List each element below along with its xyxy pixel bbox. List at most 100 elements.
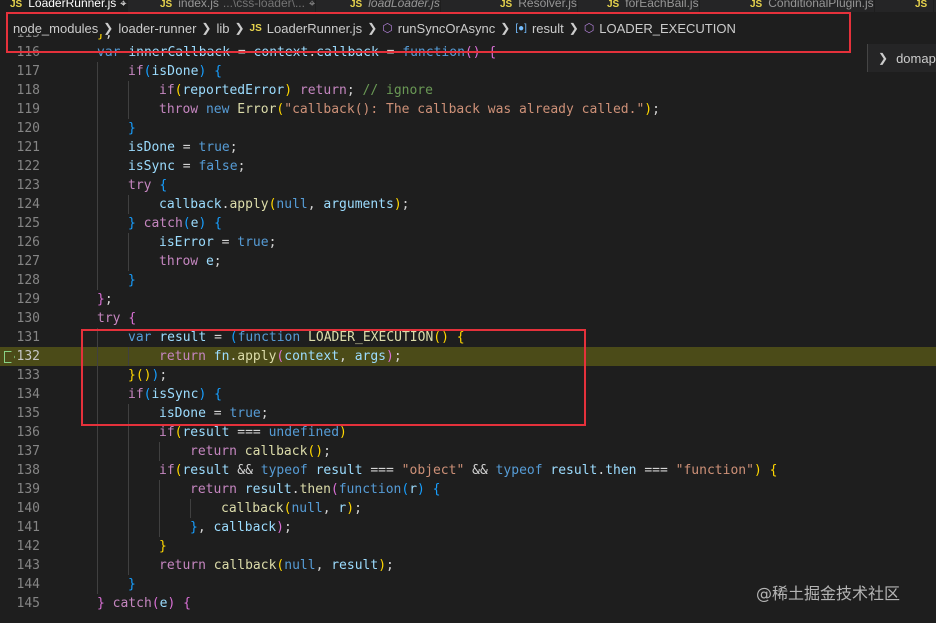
indent-guide: [128, 423, 129, 442]
tab-5[interactable]: JS forEachBail.js: [597, 0, 700, 12]
code-line[interactable]: 121 isDone = true;: [0, 138, 936, 157]
code-line[interactable]: 117 if(isDone) {: [0, 62, 936, 81]
tab-label: forEachBail.js: [625, 0, 699, 10]
line-number: 123: [16, 178, 40, 193]
code-line[interactable]: 126 isError = true;: [0, 233, 936, 252]
tab-label: ConditionalPlugin.js: [768, 0, 874, 10]
line-number: 134: [16, 387, 40, 402]
code-line[interactable]: 136 if(result === undefined): [0, 423, 936, 442]
code-line[interactable]: 125} catch(e) {: [0, 214, 936, 233]
line-number: 116: [16, 45, 40, 60]
tab-6[interactable]: JS ConditionalPlugin.js: [740, 0, 875, 12]
code-text: if(isDone) {: [128, 64, 222, 79]
indent-guide: [97, 252, 98, 271]
indent-guide: [128, 499, 129, 518]
indent-guide: [97, 537, 98, 556]
indent-guide: [128, 252, 129, 271]
line-number: 127: [16, 254, 40, 269]
code-text: }: [159, 539, 167, 554]
code-line[interactable]: 116 var innerCallback = context.callback …: [0, 43, 936, 62]
code-line[interactable]: 123 try {: [0, 176, 936, 195]
code-line[interactable]: 137 return callback();: [0, 442, 936, 461]
indent-guide: [97, 100, 98, 119]
line-number: 122: [16, 159, 40, 174]
code-text: var innerCallback = context.callback = f…: [97, 45, 497, 60]
code-text: } catch(e) {: [97, 596, 191, 611]
code-text: }: [128, 273, 136, 288]
chevron-right-icon: ❯: [878, 51, 889, 65]
line-number: 136: [16, 425, 40, 440]
code-editor[interactable]: 115}; 116 var innerCallback = context.call…: [0, 34, 936, 623]
code-line[interactable]: 128}: [0, 271, 936, 290]
code-line-active[interactable]: 132 return fn.apply(context, args);: [0, 347, 936, 366]
code-text: isDone = true;: [159, 406, 269, 421]
code-line[interactable]: 139 return result.then(function(r) {: [0, 480, 936, 499]
code-line[interactable]: 143 return callback(null, result);: [0, 556, 936, 575]
tab-overflow[interactable]: JS: [905, 0, 935, 12]
code-text: try {: [128, 178, 168, 193]
indent-guide: [97, 480, 98, 499]
javascript-file-icon: JS: [249, 22, 262, 34]
code-line[interactable]: 141}, callback);: [0, 518, 936, 537]
line-number: 126: [16, 235, 40, 250]
code-line[interactable]: 140 callback(null, r);: [0, 499, 936, 518]
javascript-file-icon: JS: [500, 0, 513, 10]
tab-4[interactable]: JS Resolver.js: [490, 0, 578, 12]
code-line[interactable]: 119 throw new Error("callback(): The call…: [0, 100, 936, 119]
indent-guide: [97, 423, 98, 442]
symbol-peek-panel[interactable]: ❯ domapi: [867, 44, 936, 72]
javascript-file-icon: JS: [607, 0, 620, 10]
chevron-right-icon: ❯: [103, 21, 114, 35]
indent-guide: [190, 499, 191, 518]
line-number: 141: [16, 520, 40, 535]
indent-guide: [97, 233, 98, 252]
code-text: callback(null, r);: [221, 501, 362, 516]
code-text: isSync = false;: [128, 159, 246, 174]
indent-guide: [159, 499, 160, 518]
code-text: return callback();: [190, 444, 331, 459]
chevron-right-icon: ❯: [568, 21, 579, 35]
chevron-right-icon: ❯: [234, 21, 245, 35]
code-line[interactable]: 127 throw e;: [0, 252, 936, 271]
pin-icon[interactable]: ⌖: [309, 0, 315, 10]
code-line[interactable]: 129};: [0, 290, 936, 309]
tab-2[interactable]: JS index.js ...\css-loader\... ⌖: [150, 0, 317, 12]
indent-guide: [128, 347, 129, 366]
indent-guide: [97, 62, 98, 81]
code-line[interactable]: 124 callback.apply(null, arguments);: [0, 195, 936, 214]
code-line[interactable]: 138 if(result && typeof result === "objec…: [0, 461, 936, 480]
code-text: return result.then(function(r) {: [190, 482, 441, 497]
code-text: return callback(null, result);: [159, 558, 394, 573]
line-number: 133: [16, 368, 40, 383]
javascript-file-icon: JS: [350, 0, 363, 10]
code-line[interactable]: 118 if(reportedError) return; // ignore: [0, 81, 936, 100]
tab-label: Resolver.js: [518, 0, 577, 10]
pin-icon[interactable]: ⌖: [120, 0, 126, 10]
tab-description: ...\css-loader\...: [222, 0, 305, 10]
chevron-right-icon: ❯: [500, 21, 511, 35]
code-line[interactable]: 134 if(isSync) {: [0, 385, 936, 404]
line-number: 120: [16, 121, 40, 136]
code-line[interactable]: 142}: [0, 537, 936, 556]
code-line[interactable]: 120}: [0, 119, 936, 138]
code-line[interactable]: 130 try {: [0, 309, 936, 328]
code-line[interactable]: 135 isDone = true;: [0, 404, 936, 423]
code-text: return fn.apply(context, args);: [159, 349, 402, 364]
code-line[interactable]: 122 isSync = false;: [0, 157, 936, 176]
line-number: 132: [16, 349, 40, 364]
code-text: }());: [128, 368, 168, 383]
indent-guide: [128, 537, 129, 556]
code-line[interactable]: 115};: [0, 34, 936, 43]
indent-guide: [97, 214, 98, 233]
code-text: }: [128, 577, 136, 592]
peek-label: domapi: [896, 50, 936, 66]
code-line[interactable]: 133 }());: [0, 366, 936, 385]
function-cube-icon: ⬡: [382, 21, 393, 35]
tab-3[interactable]: JS loadLoader.js: [340, 0, 441, 12]
tab-1[interactable]: JS LoaderRunner.js ⌖: [0, 0, 128, 12]
code-text: if(isSync) {: [128, 387, 222, 402]
indent-guide: [159, 518, 160, 537]
code-line[interactable]: 131 var result = (function LOADER_EXECUTI…: [0, 328, 936, 347]
line-number: 142: [16, 539, 40, 554]
indent-guide: [159, 480, 160, 499]
